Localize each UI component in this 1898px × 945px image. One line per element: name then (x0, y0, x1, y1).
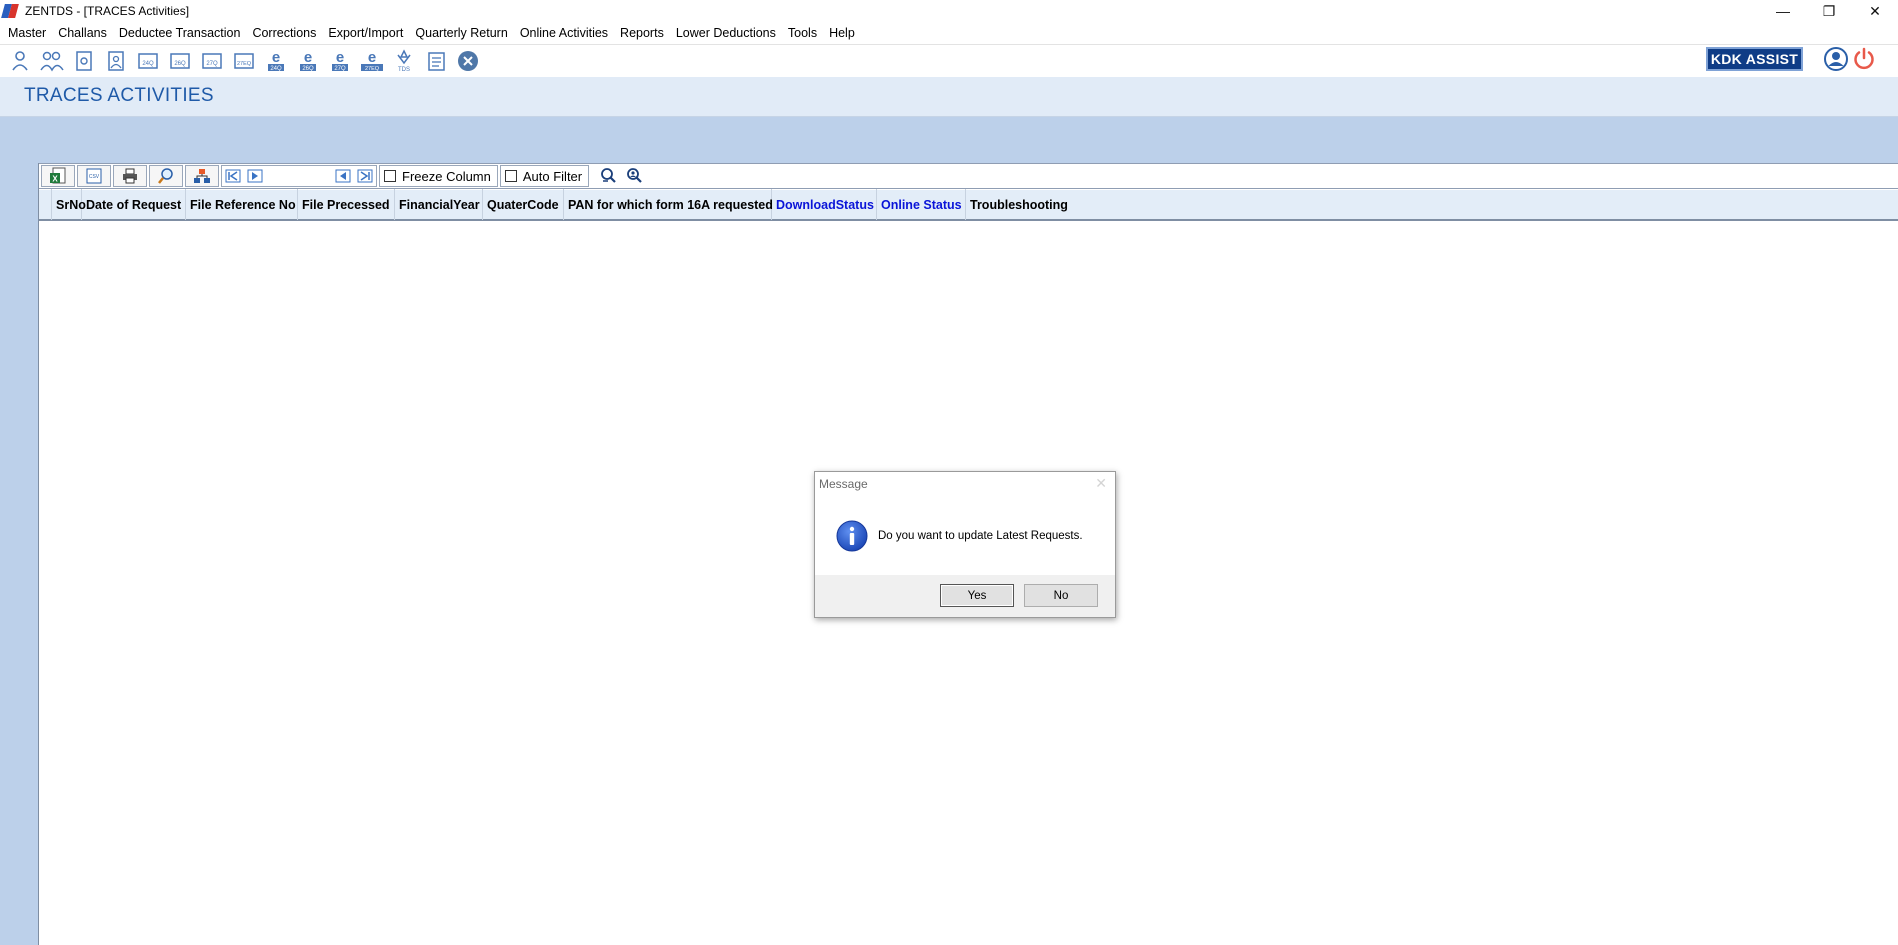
record-position (266, 167, 332, 185)
title-bar: ZENTDS - [TRACES Activities] — ❐ ✕ (0, 0, 1898, 22)
auto-filter-label: Auto Filter (522, 168, 583, 184)
svg-text:26Q: 26Q (174, 61, 186, 67)
last-record-icon[interactable] (354, 167, 376, 185)
dialog-message: Do you want to update Latest Requests. (878, 530, 1083, 542)
svg-text:27EQ: 27EQ (237, 61, 252, 67)
svg-text:TDS: TDS (398, 67, 410, 73)
page-title: TRACES ACTIVITIES (24, 85, 214, 106)
deductor-icon[interactable] (6, 47, 34, 75)
form-icon[interactable] (70, 47, 98, 75)
menu-quarterly-return[interactable]: Quarterly Return (409, 22, 513, 44)
export-excel-button[interactable]: X (41, 165, 75, 187)
menu-online-activities[interactable]: Online Activities (514, 22, 614, 44)
col-header-date-of-request[interactable]: Date of Request (82, 189, 186, 220)
row-selector-header (39, 189, 52, 220)
dialog-close-icon[interactable]: ✕ (1095, 475, 1107, 492)
svg-text:24Q: 24Q (142, 61, 154, 67)
next-record-icon[interactable] (244, 167, 266, 185)
grid-header-row: SrNo Date of Request File Reference No F… (39, 189, 1898, 221)
menu-corrections[interactable]: Corrections (246, 22, 322, 44)
minimize-button[interactable]: — (1760, 0, 1806, 22)
form-27q-icon[interactable]: 27Q (198, 47, 226, 75)
close-icon[interactable] (454, 47, 482, 75)
left-band (0, 163, 38, 945)
svg-text:e: e (368, 49, 376, 66)
svg-text:CSV: CSV (89, 174, 100, 180)
col-header-troubleshooting[interactable]: Troubleshooting (966, 189, 1076, 220)
window-controls: — ❐ ✕ (1760, 0, 1898, 22)
auto-filter-toggle[interactable]: Auto Filter (499, 165, 590, 187)
page-header: TRACES ACTIVITIES (0, 77, 1898, 117)
yes-button[interactable]: Yes (940, 584, 1014, 607)
freeze-column-toggle[interactable]: Freeze Column (379, 165, 498, 187)
e-27-icon[interactable]: e 27Q (326, 47, 354, 75)
menu-deductee-transaction[interactable]: Deductee Transaction (113, 22, 247, 44)
find-button[interactable] (149, 165, 183, 187)
svg-text:e: e (304, 49, 312, 66)
svg-text:27Q: 27Q (206, 61, 218, 67)
first-record-icon[interactable] (222, 167, 244, 185)
export-csv-button[interactable]: CSV (77, 165, 111, 187)
col-header-quater-code[interactable]: QuaterCode (483, 189, 564, 220)
power-icon[interactable] (1852, 47, 1876, 71)
close-window-button[interactable]: ✕ (1852, 0, 1898, 22)
svg-text:27Q: 27Q (334, 66, 346, 72)
message-dialog: Message ✕ Do you want to update Latest R… (814, 471, 1116, 618)
info-icon (836, 520, 868, 552)
freeze-column-label: Freeze Column (402, 168, 491, 184)
freeze-column-checkbox[interactable] (384, 170, 396, 182)
grid-toolbar: X CSV Freeze Column Auto Filter (39, 163, 1898, 189)
previous-record-icon[interactable] (332, 167, 354, 185)
e-24-icon[interactable]: e 24Q (262, 47, 290, 75)
search-icon[interactable] (597, 165, 619, 187)
search-tools (597, 165, 649, 187)
menu-challans[interactable]: Challans (52, 22, 113, 44)
app-logo-icon (1, 3, 19, 19)
kdk-assist-button[interactable]: KDK ASSIST (1706, 47, 1803, 71)
main-toolbar: 24Q 26Q 27Q 27EQ e 24Q e 26Q e 27Q e 27EQ TD… (0, 44, 1898, 77)
svg-text:e: e (336, 49, 344, 66)
deductees-icon[interactable] (38, 47, 66, 75)
search-user-icon[interactable] (623, 165, 645, 187)
form-27eq-icon[interactable]: 27EQ (230, 47, 258, 75)
dialog-title: Message (819, 477, 868, 491)
form-26q-icon[interactable]: 26Q (166, 47, 194, 75)
user-profile-icon[interactable] (1824, 47, 1848, 71)
menu-bar: Master Challans Deductee Transaction Cor… (0, 22, 1898, 44)
form-24q-icon[interactable]: 24Q (134, 47, 162, 75)
svg-text:27EQ: 27EQ (365, 66, 380, 72)
svg-text:26Q: 26Q (302, 66, 314, 72)
menu-lower-deductions[interactable]: Lower Deductions (670, 22, 782, 44)
col-header-financial-year[interactable]: FinancialYear (395, 189, 483, 220)
no-button[interactable]: No (1024, 584, 1098, 607)
menu-help[interactable]: Help (823, 22, 861, 44)
svg-text:X: X (52, 175, 58, 184)
header-band (0, 117, 1898, 163)
print-button[interactable] (113, 165, 147, 187)
window-title: ZENTDS - [TRACES Activities] (25, 4, 190, 18)
menu-export-import[interactable]: Export/Import (322, 22, 409, 44)
e-26-icon[interactable]: e 26Q (294, 47, 322, 75)
record-navigation (221, 165, 377, 187)
notes-icon[interactable] (422, 47, 450, 75)
tds-icon[interactable]: TDS (390, 47, 418, 75)
col-header-pan-form-16a[interactable]: PAN for which form 16A requested (564, 189, 773, 220)
e-27e-icon[interactable]: e 27EQ (358, 47, 386, 75)
menu-master[interactable]: Master (2, 22, 52, 44)
col-header-file-precessed[interactable]: File Precessed (298, 189, 395, 220)
col-header-file-reference-no[interactable]: File Reference No (186, 189, 298, 220)
svg-text:e: e (272, 49, 280, 66)
auto-filter-checkbox[interactable] (504, 170, 517, 182)
restore-button[interactable]: ❐ (1806, 0, 1852, 22)
col-header-online-status[interactable]: Online Status (877, 189, 966, 220)
menu-tools[interactable]: Tools (782, 22, 823, 44)
menu-reports[interactable]: Reports (614, 22, 670, 44)
col-header-download-status[interactable]: DownloadStatus (772, 189, 877, 220)
svg-text:24Q: 24Q (270, 66, 282, 72)
dialog-footer: Yes No (815, 575, 1115, 617)
form-user-icon[interactable] (102, 47, 130, 75)
col-header-srno[interactable]: SrNo (52, 189, 86, 220)
group-button[interactable] (185, 165, 219, 187)
